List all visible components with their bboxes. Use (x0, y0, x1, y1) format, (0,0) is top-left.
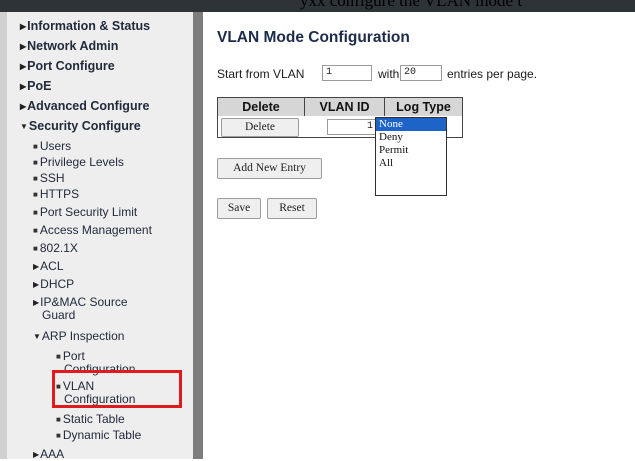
bullet-icon: ■ (33, 174, 38, 183)
bullet-icon: ■ (56, 431, 61, 440)
sidebar-item-aaa[interactable]: ▶AAA (33, 448, 64, 461)
bullet-icon: ■ (56, 415, 61, 424)
bullet-icon: ■ (33, 142, 38, 151)
entries-per-page-label: entries per page. (447, 67, 538, 81)
log-type-option-all[interactable]: All (376, 157, 446, 170)
with-label: with (378, 67, 400, 81)
sidebar-item-acl[interactable]: ▶ACL (33, 260, 64, 273)
expanded-arrow-icon: ▼ (33, 332, 41, 341)
bullet-icon: ■ (33, 158, 38, 167)
bullet-icon: ■ (33, 190, 38, 199)
sidebar-item-https[interactable]: ■ HTTPS (33, 188, 79, 201)
add-new-entry-button[interactable]: Add New Entry (217, 158, 322, 179)
main-content: VLAN Mode Configuration Start from VLAN … (203, 12, 635, 459)
collapsed-arrow-icon: ▶ (20, 62, 27, 71)
top-bar: yxx configure the VLAN mode t (0, 0, 635, 12)
sidebar-item-802-1x[interactable]: ■ 802.1X (33, 242, 78, 255)
sidebar-item-poe[interactable]: ▶PoE (20, 80, 51, 93)
log-type-option-none[interactable]: None (376, 118, 446, 131)
sidebar-item-ssh[interactable]: ■ SSH (33, 172, 65, 185)
row-delete-button[interactable]: Delete (221, 118, 299, 137)
bullet-icon: ■ (33, 244, 38, 253)
sidebar-item-users[interactable]: ■ Users (33, 140, 71, 153)
save-button[interactable]: Save (217, 198, 261, 219)
vlan-id-input[interactable]: 1 (327, 119, 377, 135)
collapsed-arrow-icon: ▶ (33, 262, 40, 271)
sidebar-item-arp-inspection[interactable]: ▼ARP Inspection (33, 330, 124, 343)
collapsed-arrow-icon: ▶ (20, 82, 27, 91)
start-vlan-input[interactable]: 1 (322, 65, 372, 81)
sidebar-scroll-divider[interactable] (193, 12, 203, 459)
collapsed-arrow-icon: ▶ (33, 298, 40, 307)
sidebar-item-port-security-limit[interactable]: ■ Port Security Limit (33, 206, 137, 219)
log-type-option-permit[interactable]: Permit (376, 144, 446, 157)
caption-fragment: yxx configure the VLAN mode t (300, 0, 523, 10)
expanded-arrow-icon: ▼ (20, 122, 28, 131)
start-from-vlan-label: Start from VLAN (217, 67, 305, 81)
sidebar-item-guard-wrap[interactable]: Guard (42, 309, 75, 322)
sidebar-gutter (0, 12, 7, 459)
sidebar-item-privilege-levels[interactable]: ■ Privilege Levels (33, 156, 124, 169)
sidebar-item-security-configure[interactable]: ▼Security Configure (20, 120, 141, 133)
sidebar-item-port-configure[interactable]: ▶Port Configure (20, 60, 115, 73)
sidebar-item-information-status[interactable]: ▶Information & Status (20, 20, 150, 33)
collapsed-arrow-icon: ▶ (20, 102, 27, 111)
bullet-icon: ■ (56, 352, 61, 361)
page-title: VLAN Mode Configuration (217, 29, 410, 46)
sidebar-item-dhcp[interactable]: ▶DHCP (33, 278, 74, 291)
sidebar-item-dynamic-table[interactable]: ■ Dynamic Table (56, 429, 141, 442)
collapsed-arrow-icon: ▶ (20, 42, 27, 51)
collapsed-arrow-icon: ▶ (20, 22, 27, 31)
header-vlan-id: VLAN ID (305, 98, 385, 116)
bullet-icon: ■ (33, 226, 38, 235)
bullet-icon: ■ (33, 208, 38, 217)
log-type-option-deny[interactable]: Deny (376, 131, 446, 144)
log-type-dropdown[interactable]: None Deny Permit All (375, 117, 447, 196)
header-log-type: Log Type (385, 98, 462, 116)
sidebar-item-static-table[interactable]: ■ Static Table (56, 413, 125, 426)
entries-per-page-input[interactable]: 20 (400, 65, 442, 81)
collapsed-arrow-icon: ▶ (33, 450, 40, 459)
sidebar-item-advanced-configure[interactable]: ▶Advanced Configure (20, 100, 149, 113)
collapsed-arrow-icon: ▶ (33, 280, 40, 289)
reset-button[interactable]: Reset (267, 198, 317, 219)
sidebar-item-network-admin[interactable]: ▶Network Admin (20, 40, 118, 53)
sidebar-item-access-management[interactable]: ■ Access Management (33, 224, 152, 237)
highlight-box (52, 370, 182, 408)
header-delete: Delete (218, 98, 305, 116)
